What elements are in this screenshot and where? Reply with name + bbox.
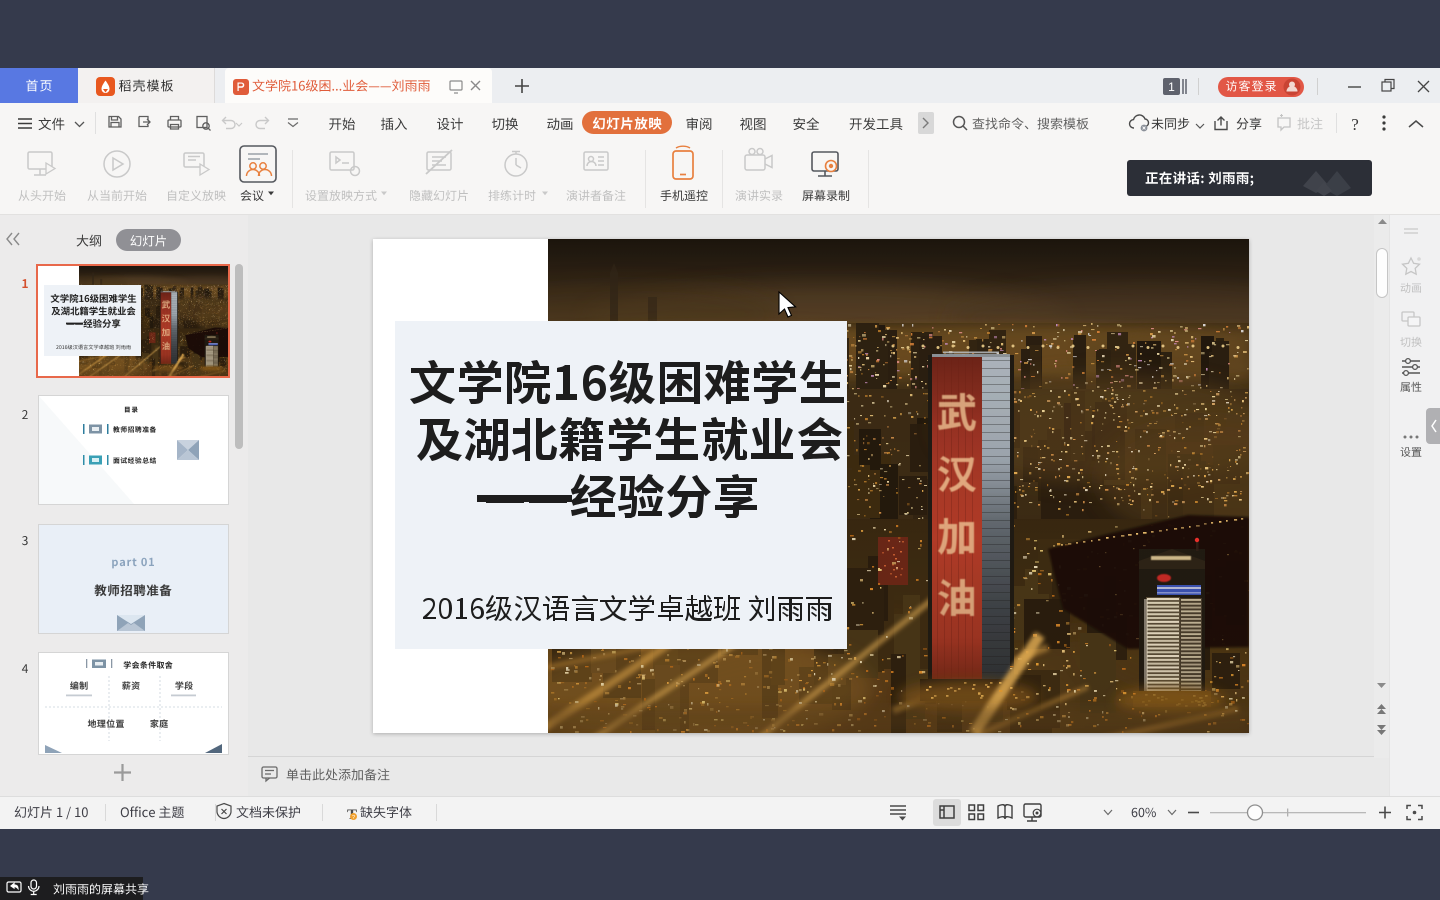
svg-text:?: ? (1351, 115, 1359, 134)
svg-text:?: ? (352, 815, 355, 821)
svg-text:1: 1 (1168, 80, 1175, 94)
